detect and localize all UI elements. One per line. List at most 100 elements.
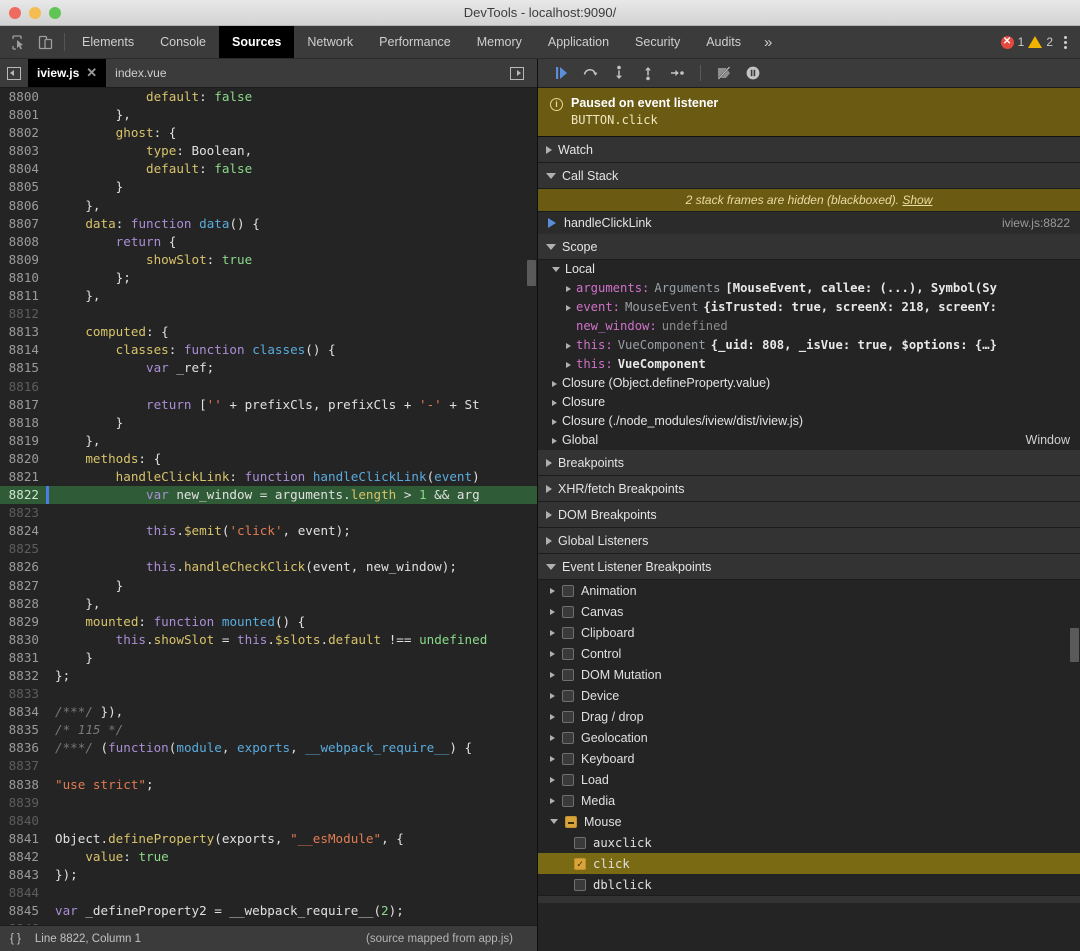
line-number[interactable]: 8808 <box>0 233 46 251</box>
step-into-button[interactable] <box>606 61 632 85</box>
show-navigator-icon[interactable] <box>0 59 28 87</box>
line-content[interactable]: methods: { <box>46 450 537 468</box>
line-number[interactable]: 8803 <box>0 142 46 160</box>
scope-variable[interactable]: event: MouseEvent {isTrusted: true, scre… <box>538 298 1080 317</box>
warning-count-badge[interactable]: 2 <box>1028 35 1053 49</box>
code-line[interactable]: 8831 } <box>0 649 537 667</box>
pause-on-exceptions-button[interactable] <box>740 61 766 85</box>
line-number[interactable]: 8834 <box>0 703 46 721</box>
category-checkbox[interactable] <box>562 585 574 597</box>
chevron-right-icon[interactable] <box>550 798 555 804</box>
section-dom-breakpoints[interactable]: DOM Breakpoints <box>538 502 1080 528</box>
scope-group[interactable]: Closure (Object.defineProperty.value) <box>538 374 1080 393</box>
line-number[interactable]: 8802 <box>0 124 46 142</box>
event-listener-row[interactable]: click <box>538 853 1080 874</box>
line-number[interactable]: 8829 <box>0 613 46 631</box>
code-line[interactable]: 8823 <box>0 504 537 522</box>
file-tab-iview-js[interactable]: iview.js ✕ <box>28 59 106 87</box>
scope-variable[interactable]: this: VueComponent <box>538 355 1080 374</box>
chevron-right-icon[interactable] <box>550 777 555 783</box>
line-content[interactable]: } <box>46 178 537 196</box>
code-line[interactable]: 8814 classes: function classes() { <box>0 341 537 359</box>
line-number[interactable]: 8812 <box>0 305 46 323</box>
line-number[interactable]: 8845 <box>0 902 46 920</box>
line-number[interactable]: 8838 <box>0 776 46 794</box>
line-number[interactable]: 8843 <box>0 866 46 884</box>
tab-audits[interactable]: Audits <box>693 26 754 58</box>
line-content[interactable] <box>46 757 537 775</box>
section-scope[interactable]: Scope <box>538 234 1080 260</box>
code-editor[interactable]: 8800 default: false8801 },8802 ghost: {8… <box>0 88 537 925</box>
code-line[interactable]: 8801 }, <box>0 106 537 124</box>
scope-group[interactable]: Closure (./node_modules/iview/dist/iview… <box>538 412 1080 431</box>
line-content[interactable] <box>46 305 537 323</box>
code-line[interactable]: 8835/* 115 */ <box>0 721 537 739</box>
line-number[interactable]: 8846 <box>0 920 46 925</box>
line-number[interactable]: 8839 <box>0 794 46 812</box>
category-checkbox[interactable] <box>562 795 574 807</box>
line-content[interactable]: computed: { <box>46 323 537 341</box>
line-content[interactable]: }; <box>46 269 537 287</box>
code-line[interactable]: 8807 data: function data() { <box>0 215 537 233</box>
line-number[interactable]: 8842 <box>0 848 46 866</box>
chevron-right-icon[interactable] <box>550 609 555 615</box>
line-number[interactable]: 8836 <box>0 739 46 757</box>
code-line[interactable]: 8818 } <box>0 414 537 432</box>
code-line[interactable]: 8830 this.showSlot = this.$slots.default… <box>0 631 537 649</box>
code-line[interactable]: 8837 <box>0 757 537 775</box>
pretty-print-braces-icon[interactable]: { } <box>10 933 21 945</box>
line-content[interactable]: default: false <box>46 88 537 106</box>
line-number[interactable]: 8831 <box>0 649 46 667</box>
line-number[interactable]: 8824 <box>0 522 46 540</box>
line-content[interactable]: }, <box>46 197 537 215</box>
line-number[interactable]: 8832 <box>0 667 46 685</box>
line-number[interactable]: 8835 <box>0 721 46 739</box>
code-line[interactable]: 8825 <box>0 540 537 558</box>
line-content[interactable]: var _defineProperty2 = __webpack_require… <box>46 902 537 920</box>
line-content[interactable]: /***/ }), <box>46 703 537 721</box>
line-content[interactable]: this.$emit('click', event); <box>46 522 537 540</box>
code-line[interactable]: 8815 var _ref; <box>0 359 537 377</box>
line-content[interactable] <box>46 794 537 812</box>
line-number[interactable]: 8818 <box>0 414 46 432</box>
line-content[interactable] <box>46 540 537 558</box>
tab-memory[interactable]: Memory <box>464 26 535 58</box>
event-category-row[interactable]: Drag / drop <box>538 706 1080 727</box>
line-content[interactable]: showSlot: true <box>46 251 537 269</box>
editor-scrollbar-thumb[interactable] <box>527 260 536 286</box>
event-checkbox[interactable] <box>574 837 586 849</box>
line-number[interactable]: 8822 <box>0 486 46 504</box>
code-line[interactable]: 8845var _defineProperty2 = __webpack_req… <box>0 902 537 920</box>
more-tabs-button[interactable]: » <box>754 26 782 58</box>
show-debugger-icon[interactable] <box>503 67 531 80</box>
line-content[interactable]: default: false <box>46 160 537 178</box>
line-content[interactable]: } <box>46 577 537 595</box>
code-line[interactable]: 8809 showSlot: true <box>0 251 537 269</box>
line-content[interactable] <box>46 504 537 522</box>
code-line[interactable]: 8821 handleClickLink: function handleCli… <box>0 468 537 486</box>
deactivate-breakpoints-button[interactable] <box>711 61 737 85</box>
event-category-row[interactable]: Canvas <box>538 601 1080 622</box>
line-number[interactable]: 8844 <box>0 884 46 902</box>
code-line[interactable]: 8839 <box>0 794 537 812</box>
step-out-button[interactable] <box>635 61 661 85</box>
line-content[interactable]: /***/ (function(module, exports, __webpa… <box>46 739 537 757</box>
section-global-listeners[interactable]: Global Listeners <box>538 528 1080 554</box>
code-line[interactable]: 8805 } <box>0 178 537 196</box>
line-number[interactable]: 8804 <box>0 160 46 178</box>
code-line[interactable]: 8827 } <box>0 577 537 595</box>
line-content[interactable]: }, <box>46 595 537 613</box>
category-checkbox[interactable] <box>562 648 574 660</box>
line-number[interactable]: 8837 <box>0 757 46 775</box>
category-checkbox[interactable] <box>562 627 574 639</box>
tab-application[interactable]: Application <box>535 26 622 58</box>
call-stack-frame[interactable]: handleClickLink iview.js:8822 <box>538 212 1080 234</box>
line-content[interactable]: return { <box>46 233 537 251</box>
code-line[interactable]: 8806 }, <box>0 197 537 215</box>
event-category-row[interactable]: Mouse <box>538 811 1080 832</box>
line-number[interactable]: 8820 <box>0 450 46 468</box>
line-number[interactable]: 8828 <box>0 595 46 613</box>
kebab-menu-icon[interactable] <box>1057 31 1074 54</box>
code-line[interactable]: 8800 default: false <box>0 88 537 106</box>
event-category-row[interactable]: Keyboard <box>538 748 1080 769</box>
